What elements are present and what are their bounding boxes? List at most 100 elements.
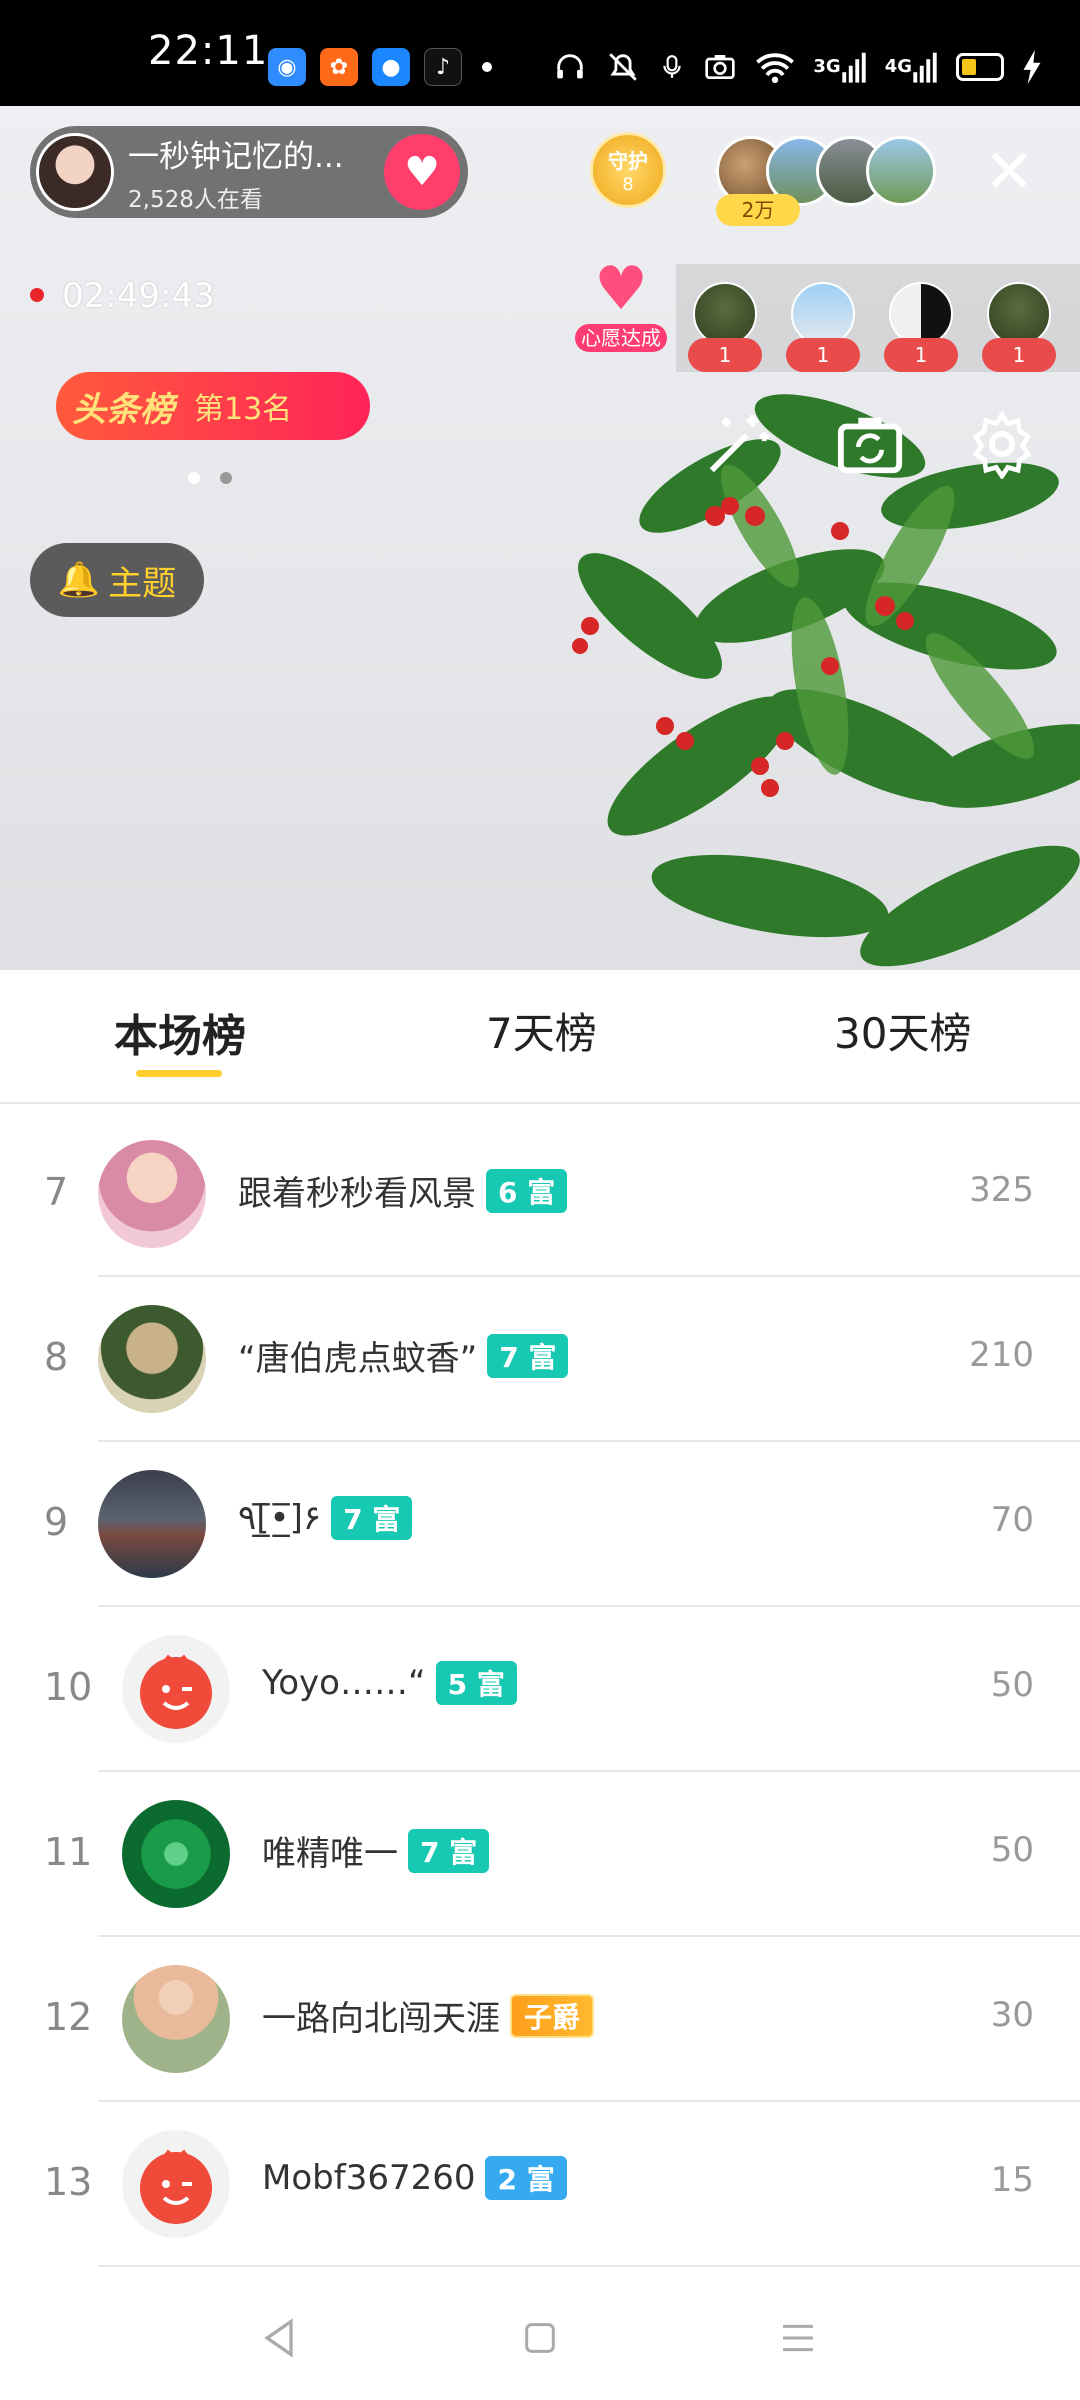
contribution-score: 210 xyxy=(969,1335,1034,1375)
tab-this-session[interactable]: 本场榜 xyxy=(114,1000,246,1064)
fan-avatar[interactable] xyxy=(866,136,936,206)
gifter-item[interactable]: 1 xyxy=(688,282,762,372)
rank-number: 13 xyxy=(44,2160,93,2204)
microphone-icon xyxy=(659,48,685,86)
fans-avatars[interactable]: 2万 xyxy=(716,136,946,236)
signal-3g-icon: 3G xyxy=(813,48,866,86)
settings-gear-icon[interactable] xyxy=(964,406,1040,482)
gifter-avatar xyxy=(791,282,855,346)
noble-rank-badge: 子爵 xyxy=(510,1993,595,2038)
guard-label: 守护 xyxy=(608,149,648,173)
live-duration: 02:49:43 xyxy=(62,276,215,316)
heart-plus-icon: ♥ xyxy=(404,149,440,195)
more-notifications-icon xyxy=(482,62,492,72)
switch-camera-icon[interactable] xyxy=(832,406,908,482)
follow-heart-button[interactable]: ♥ xyxy=(384,134,460,210)
gifter-count: 1 xyxy=(982,338,1056,372)
ranking-row[interactable]: 12 一路向北闯天涯 子爵 30 xyxy=(0,1937,1080,2102)
gifter-avatar xyxy=(889,282,953,346)
contribution-score: 50 xyxy=(990,1830,1034,1870)
ranking-row[interactable]: 7 跟着秒秒看风景 6 富 325 xyxy=(0,1112,1080,1277)
status-system-icons: 3G 4G xyxy=(553,48,1042,86)
contribution-score: 15 xyxy=(990,2160,1034,2200)
browser-app-icon: ◉ xyxy=(268,48,306,86)
charging-icon xyxy=(1022,48,1042,86)
back-icon[interactable] xyxy=(250,2308,310,2368)
contribution-score: 50 xyxy=(990,1665,1034,1705)
active-tab-indicator xyxy=(136,1070,222,1077)
wish-achieved-button[interactable]: ♥ 心愿达成 xyxy=(568,256,674,356)
guard-count: 8 xyxy=(622,174,634,195)
shop-app-icon: ✿ xyxy=(320,48,358,86)
battery-icon xyxy=(956,53,1004,81)
guard-crown-icon: 守护 8 xyxy=(590,132,666,208)
close-icon[interactable]: ✕ xyxy=(984,142,1034,202)
page-indicator xyxy=(188,472,232,484)
live-video[interactable]: 一秒钟记忆的... 2,528人在看 ♥ 守护 8 2万 ✕ 02:49:43 … xyxy=(0,106,1080,970)
menu-icon[interactable] xyxy=(768,2308,828,2368)
host-name: 一秒钟记忆的... xyxy=(128,138,344,175)
user-avatar[interactable] xyxy=(98,1305,206,1413)
topic-button[interactable]: 🔔 主题 xyxy=(30,543,204,617)
user-name: ٩[̲̅•̲̅]۶ xyxy=(238,1498,322,1538)
live-tools xyxy=(700,406,1040,482)
home-icon[interactable] xyxy=(510,2308,570,2368)
status-bar: 22:11 ◉ ✿ ● ♪ 3G 4G xyxy=(0,0,1080,106)
user-name: “唐伯虎点蚊香” xyxy=(238,1339,478,1379)
tab-7-days[interactable]: 7天榜 xyxy=(486,1000,597,1061)
tiktok-app-icon: ♪ xyxy=(424,48,462,86)
ranking-row[interactable]: 10 Yoyo……“ 5 富 50 xyxy=(0,1607,1080,1772)
wealth-level-badge: 7 富 xyxy=(487,1333,569,1378)
recording-dot-icon xyxy=(30,288,44,302)
headphones-icon xyxy=(553,48,587,86)
user-avatar[interactable] xyxy=(122,1965,230,2073)
page-dot xyxy=(220,472,232,484)
ranking-tabs: 本场榜 7天榜 30天榜 xyxy=(0,970,1080,1104)
magic-wand-icon[interactable] xyxy=(700,406,776,482)
user-avatar[interactable] xyxy=(98,1470,206,1578)
wealth-level-badge: 6 富 xyxy=(486,1168,568,1213)
rank-number: 7 xyxy=(44,1170,69,1214)
rank-position: 第13名 xyxy=(194,392,293,427)
user-name: 一路向北闯天涯 xyxy=(262,1999,500,2039)
signal-4g-label: 4G xyxy=(884,56,912,77)
signal-3g-label: 3G xyxy=(813,56,841,77)
gifter-avatar xyxy=(693,282,757,346)
wish-heart-icon: ♥ xyxy=(594,254,648,324)
user-avatar[interactable] xyxy=(122,1635,230,1743)
host-avatar[interactable] xyxy=(36,133,114,211)
guard-badge-button[interactable]: 守护 8 xyxy=(580,132,676,228)
user-avatar[interactable] xyxy=(98,1140,206,1248)
wish-label: 心愿达成 xyxy=(575,324,667,352)
user-avatar[interactable] xyxy=(122,1800,230,1908)
ranking-row[interactable]: 9 ٩[̲̅•̲̅]۶ 7 富 70 xyxy=(0,1442,1080,1607)
ranking-row[interactable]: 11 唯精唯一 7 富 50 xyxy=(0,1772,1080,1937)
contribution-score: 325 xyxy=(969,1170,1034,1210)
wealth-level-badge: 5 富 xyxy=(435,1661,517,1705)
vibrate-mute-icon xyxy=(605,48,641,86)
system-navigation-bar xyxy=(0,2272,1080,2400)
default-avatar-icon xyxy=(140,2149,212,2224)
ranking-row[interactable]: 8 “唐伯虎点蚊香” 7 富 210 xyxy=(0,1277,1080,1442)
wealth-level-badge: 2 富 xyxy=(485,2156,567,2200)
status-app-icons: ◉ ✿ ● ♪ xyxy=(268,48,492,86)
fans-count: 2万 xyxy=(716,194,800,226)
rank-number: 12 xyxy=(44,1995,93,2039)
qq-browser-app-icon: ● xyxy=(372,48,410,86)
ranking-row[interactable]: 13 Mobf367260 2 富 15 xyxy=(0,2102,1080,2267)
user-avatar[interactable] xyxy=(122,2130,230,2238)
host-info-pill[interactable]: 一秒钟记忆的... 2,528人在看 ♥ xyxy=(30,126,468,218)
tab-30-days[interactable]: 30天榜 xyxy=(834,1000,971,1061)
user-name: 唯精唯一 xyxy=(262,1834,398,1874)
top-gifters: 1 1 1 1 xyxy=(676,264,1080,372)
user-name: Yoyo……“ xyxy=(262,1663,426,1703)
headline-rank-badge[interactable]: 头条榜 第13名 xyxy=(56,372,370,440)
signal-4g-icon: 4G xyxy=(885,48,938,86)
rank-title: 头条榜 xyxy=(72,389,174,430)
gifter-item[interactable]: 1 xyxy=(884,282,958,372)
contribution-score: 70 xyxy=(990,1500,1034,1540)
page-dot-active xyxy=(188,472,200,484)
gifter-item[interactable]: 1 xyxy=(786,282,860,372)
gifter-item[interactable]: 1 xyxy=(982,282,1056,372)
user-name: 跟着秒秒看风景 xyxy=(238,1174,476,1214)
